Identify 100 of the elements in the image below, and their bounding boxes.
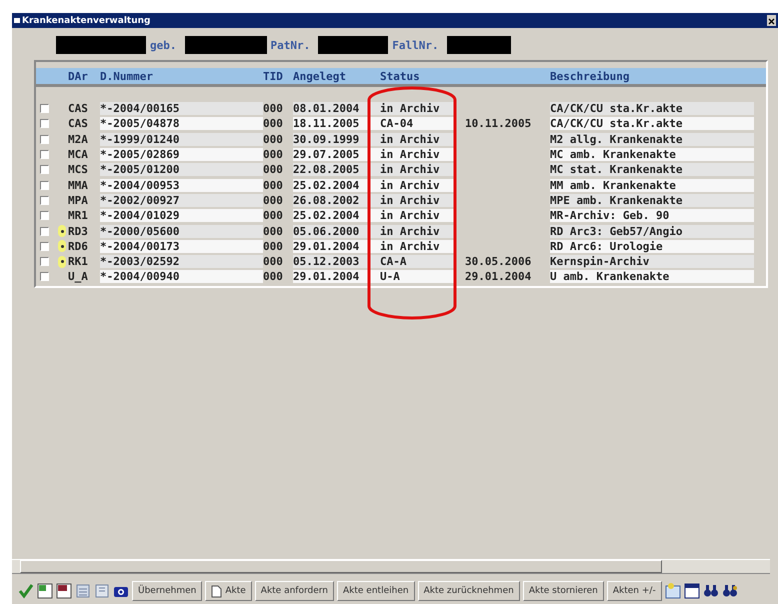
horizontal-scrollbar[interactable]: [12, 559, 770, 574]
checkbox[interactable]: [40, 119, 49, 128]
column-header: DAr: [68, 70, 89, 82]
toolbar-button[interactable]: Übernehmen: [132, 581, 202, 601]
document-icon: [211, 584, 222, 598]
table-cell: in Archiv: [380, 148, 455, 162]
checkbox[interactable]: [40, 257, 49, 266]
table-cell: CA/CK/CU sta.Kr.akte: [550, 102, 754, 116]
table-cell: in Archiv: [380, 178, 455, 192]
table-cell: MPE amb. Krankenakte: [550, 194, 754, 207]
checkbox[interactable]: [40, 196, 49, 205]
toolbar-button[interactable]: Akte zurücknehmen: [418, 581, 520, 601]
table-cell-text: 000: [263, 178, 284, 192]
binoculars-icon[interactable]: [702, 583, 719, 599]
table-cell: in Archiv: [380, 163, 455, 176]
table-cell: RD Arc6: Urologie: [550, 240, 754, 253]
toolbar-button[interactable]: Akte stornieren: [522, 581, 604, 601]
checkbox[interactable]: [40, 180, 49, 190]
table-cell: MR-Archiv: Geb. 90: [550, 209, 754, 222]
table-cell-text: 000: [263, 240, 284, 253]
table-cell: 29.01.2004: [293, 270, 380, 284]
table-cell: CA-A: [380, 255, 455, 268]
table-cell: *-2004/00173: [100, 240, 263, 253]
table-cell: 25.02.2004: [293, 209, 380, 222]
window-icon[interactable]: [37, 583, 53, 599]
toolbar-button[interactable]: Akte: [205, 581, 252, 601]
table-cell: in Archiv: [380, 240, 455, 253]
table-cell-text: 000: [263, 163, 284, 176]
table-cell: U-A: [380, 270, 455, 284]
checkbox[interactable]: [40, 104, 49, 114]
table-cell: *-2005/01200: [100, 163, 263, 176]
table-cell: *-2005/04878: [100, 117, 263, 130]
table-cell: 05.12.2003: [293, 255, 380, 268]
table-cell-text: CAS: [68, 117, 89, 130]
table-cell-text: M2A: [68, 132, 89, 146]
table-cell-text: 000: [263, 194, 284, 207]
window-title: Krankenaktenverwaltung: [22, 16, 150, 26]
table-cell: *-2004/01029: [100, 209, 263, 222]
table-cell-text: 000: [263, 102, 284, 116]
table-cell: U amb. Krankenakte: [550, 270, 754, 284]
table-cell-text: MCA: [68, 148, 89, 162]
app-icon: [14, 18, 20, 23]
table-cell: *-2000/05600: [100, 224, 263, 238]
table-cell-text: 000: [263, 209, 284, 222]
table-cell-text: 000: [263, 132, 284, 146]
column-header: Beschreibung: [550, 70, 630, 82]
table-cell: MM amb. Krankenakte: [550, 178, 754, 192]
toolbar-button[interactable]: Akten +/-: [606, 581, 662, 601]
table-cell: in Archiv: [380, 102, 455, 116]
table-cell-text: MMA: [68, 178, 89, 192]
table-cell: *-2004/00165: [100, 102, 263, 116]
table-cell-text: 30.05.2006: [465, 255, 532, 268]
table-cell: in Archiv: [380, 132, 455, 146]
table-cell: CA-04: [380, 117, 455, 130]
redaction-bar: [446, 36, 511, 54]
column-header: D.Nummer: [100, 70, 154, 82]
checkbox[interactable]: [40, 150, 49, 160]
table-cell-text: U_A: [68, 270, 89, 284]
table-cell: *-2004/00940: [100, 270, 263, 284]
field-label: FallNr.: [392, 38, 439, 52]
column-header: Angelegt: [293, 70, 347, 82]
table-cell-text: MPA: [68, 194, 89, 207]
checkbox[interactable]: [40, 165, 49, 174]
table-cell: Kernspin-Archiv: [550, 255, 754, 268]
table-cell-text: 29.01.2004: [465, 270, 532, 284]
table-cell-text: CAS: [68, 102, 89, 116]
table-cell: 29.07.2005: [293, 148, 380, 162]
table-cell: in Archiv: [380, 224, 455, 238]
window-icon[interactable]: [684, 583, 700, 599]
check-icon[interactable]: [18, 583, 34, 599]
table-cell-text: RK1: [68, 255, 89, 268]
table-cell-text: 000: [263, 224, 284, 238]
table-cell: MC amb. Krankenakte: [550, 148, 754, 162]
table-cell-text: RD3: [68, 224, 89, 238]
table-cell: 26.08.2002: [293, 194, 380, 207]
table-cell: 29.01.2004: [293, 240, 380, 253]
table-cell: *-2005/02869: [100, 148, 263, 162]
table-cell: *-2003/02592: [100, 255, 263, 268]
table-cell: 18.11.2005: [293, 117, 380, 130]
toolbar-button[interactable]: Akte entleihen: [337, 581, 415, 601]
table-cell: in Archiv: [380, 209, 455, 222]
field-label: PatNr.: [270, 38, 310, 52]
window-icon[interactable]: [56, 583, 72, 599]
table-cell-text: 000: [263, 255, 284, 268]
toolbar-button[interactable]: Akte anfordern: [254, 581, 334, 601]
picture-icon[interactable]: [664, 583, 681, 599]
checkbox[interactable]: [40, 211, 49, 220]
table-cell-text: MCS: [68, 163, 89, 176]
table-cell: MC stat. Krankenakte: [550, 163, 754, 176]
table-cell: 25.02.2004: [293, 178, 380, 192]
column-header: Status: [380, 70, 421, 82]
binoculars-icon[interactable]: [722, 583, 738, 599]
checkbox[interactable]: [40, 272, 49, 282]
table-cell: M2 allg. Krankenakte: [550, 132, 754, 146]
checkbox[interactable]: [40, 242, 49, 251]
table-cell-text: MR1: [68, 209, 89, 222]
table-cell: 05.06.2000: [293, 224, 380, 238]
checkbox[interactable]: [40, 226, 49, 236]
close-icon[interactable]: [767, 15, 776, 26]
checkbox[interactable]: [40, 134, 49, 144]
